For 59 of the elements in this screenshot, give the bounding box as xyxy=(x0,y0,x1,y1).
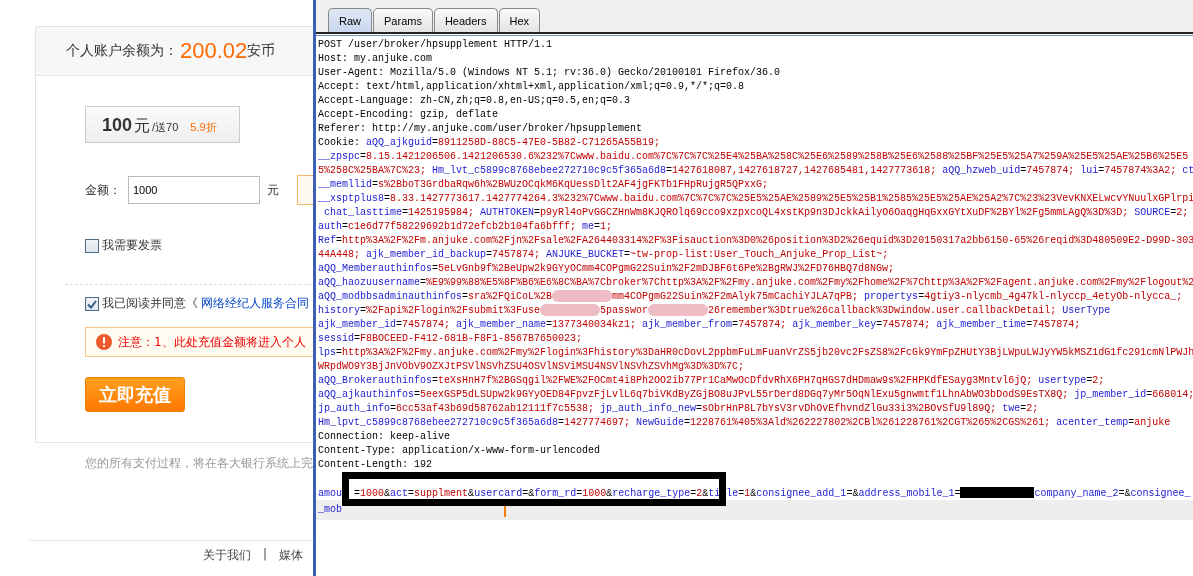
text-cursor xyxy=(504,503,506,517)
request-line: ajk_member_id=7457874; ajk_member_name=1377340034kz1; ajk_member_from=7457874; ajk_member_key=7457874; ajk_member_time=7457874; xyxy=(318,318,1081,332)
checkbox[interactable] xyxy=(85,238,99,253)
request-line: Connection: keep-alive xyxy=(318,430,451,444)
amount-label: 金额： xyxy=(85,181,121,199)
blurred-redaction xyxy=(540,304,601,317)
viewer-tab[interactable]: Raw xyxy=(328,8,372,32)
request-line: 5%258C%25BA%7C%23; Hm_lvt_c5899c8768ebee272710c9c5f365a6d8=1427618087,1427618727,1427685481,1427773618; aQQ_hzweb_uid=7457874; lui=7457874%3A2; ct xyxy=(318,164,1193,178)
blurred-redaction xyxy=(648,304,709,317)
request-line: Ref=http%3A%2F%2Fm.anjuke.com%2Fjn%2Fsale%2FA264403314%2F%3Fisauction%3D0%26position%3D2%26equid%3D20150317a2bb6150-65%26reqid%3D480509E2-D99D-303 xyxy=(318,234,1193,248)
request-line: Content-Length: 192 xyxy=(318,458,433,472)
amount-input[interactable]: 1000 xyxy=(128,176,260,204)
balance-unit: 安币 xyxy=(247,42,276,60)
checkbox-label: 我已阅读并同意《 xyxy=(102,295,198,312)
request-line: Accept-Language: zh-CN,zh;q=0.8,en-US;q=0.5,en;q=0.3 xyxy=(318,94,631,108)
request-line: _mob xyxy=(318,503,342,517)
request-line: Accept: text/html,application/xhtml+xml,application/xml;q=0.9,*/*;q=0.8 xyxy=(318,80,745,94)
footer-link[interactable]: 关于我们 xyxy=(203,547,251,564)
balance-amount: 200.02 xyxy=(180,38,248,64)
request-line: lps=http%3A%2F%2Fmy.anjuke.com%2Fmy%2Flogin%3Fhistory%3DaHR0cDovL2ppbmFuLmFuanVrZS5jb20vc2FsZS8%2FcGk9YmFpZHUtY3BjLWpuLWJyYW5kMSZ1dG1fc291cmNlPWJh xyxy=(318,346,1193,360)
blurred-redaction xyxy=(552,290,613,303)
request-line: 44A448; ajk_member_id_backup=7457874; ANJUKE_BUCKET=~tw-prop-list:User_Touch_Anjuke_Prop_List~; xyxy=(318,248,889,262)
request-line: chat_lasttime=1425195984; AUTHTOKEN=p9yRl4oPvGGCZHnWm8KJQROlq69cco9xzpxcoQL4xstKp9n3DJckkAilyO6OaqgHqGxxGYtXuDF%2BYl%2Fg5mmLAgQ%3D%3D; SOURCE=2; xyxy=(323,206,1189,220)
request-line: aQQ_Memberauthinfos=5eLvGnb9f%2BeUpw2k9GYyOCmm4COPgmG22Suin%2F2mDJBF6t6Pe%2BgRWJ%2FD76HBQ7d8NGw; xyxy=(318,262,895,276)
contract-link[interactable]: 网络经纪人服务合同 xyxy=(201,295,309,312)
warning-icon xyxy=(96,334,112,350)
request-line: Cookie: aQQ_ajkguid=8911258D-88C5-47E0-5B82-C71265A55B19; xyxy=(318,136,661,150)
request-line: jp_auth_info=6cc53af43b69d58762ab12111f7c5538; jp_auth_info_new=sObrHnP8L7bYsV3rvDhOvEfhvndZlGu33i3%2BOvSfU9l89Q; twe=2; xyxy=(318,402,1039,416)
request-line: aQQ_modbbsadminauthinfos=sra%2FQiCoL%2B mm4COPgmG22Suin%2F2mAlyk75mCachiYJLA7qPB; propertys=4gtiy3-nlycmb_4g47kl-nlyccp_4etyOb-nlycca_; xyxy=(318,290,1183,304)
request-line: Referer: http://my.anjuke.com/user/broker/hpsupplement xyxy=(318,122,643,136)
footer-link[interactable]: 媒体 xyxy=(279,547,304,564)
request-line: Hm_lpvt_c5899c8768ebee272710c9c5f365a6d8=1427774697; NewGuide=1228761%405%3Ald%262227802%2CBl%261228761%2CGT%265%2CGS%261; acenter_temp=anjuke xyxy=(318,416,1171,430)
recharge-package-option[interactable]: 100元/送70 5.9折 xyxy=(85,106,240,143)
request-line: aQQ_Brokerauthinfos=teXsHnH7f%2BGSqgil%2FWE%2FOCmt4i8Ph2OO2ib77Pr1CaMwOcDfdvRhX6PH7qHGS7dHDmaw9s%2FHPKdfESayg3Mntvl6jQ; usertype=2; xyxy=(318,374,1105,388)
request-line: POST /user/broker/hpsupplement HTTP/1.1 xyxy=(318,38,553,52)
request-line: history=%2Fapi%2Flogin%2Fsubmit%3Fuse 5passwor 26remember%3Dtrue%26callback%3Dwindow.user.callbackDetail; UserType xyxy=(318,304,1111,318)
request-line: WRpdWO9Y3BjJnVObV9OZXJtPSVlNSVhZSU4OSVlNSViMSU4NSVlNSVhZSVhMg%3D%3D%7C; xyxy=(318,360,745,374)
viewer-tab[interactable]: Params xyxy=(373,8,433,32)
currency-unit: 元 xyxy=(267,181,279,199)
checkbox[interactable] xyxy=(85,296,99,311)
checkbox-label: 我需要发票 xyxy=(102,237,162,254)
request-line: Host: my.anjuke.com xyxy=(318,52,433,66)
payment-note: 您的所有支付过程，将在各大银行系统上完 xyxy=(85,455,313,472)
request-line: aQQ_ajkauthinfos=5eexGSP5dLSUpw2k9GYyOED84FpvzFjLvlL6q7biVKdByZGjBO8uJPvL55rDerd8DGq7yMr5OqNlExu5gnwmtf1LhnAbWO3bDodS9EsTX8Q; jp_member_id=668014; xyxy=(318,388,1193,402)
footer-separator: | xyxy=(263,547,268,563)
request-line: __memllid=s%2BboT3GrdbaRqw6h%2BWUzOCqkM6KqUessDlt2AF4jgFKTb1FHpRujgR5QPxxG; xyxy=(318,178,769,192)
request-line: __zpspc=8.15.1421206506.1421206530.6%232%7Cwww.baidu.com%7C%7C%7C%25E4%25BA%258C%25E6%2589%258B%25E6%2588%25BF%25E5%25A7%259A%25E5%25AE%25B6%25E5 xyxy=(318,150,1189,164)
request-line: sessid=F8BOCEED-F412-681B-F8F1-8567B7650023; xyxy=(318,332,583,346)
request-line: aQQ_haozuusername=%E9%99%88%E5%8F%B6%E6%8C%BA%7Cbroker%7Chttp%3A%2F%2Fmy.anjuke.com%2Fmy%2Fhome%2F%7Chttp%3A%2F%2Fagent.anjuke.com%2Fmy%2Flogout%2 xyxy=(318,276,1193,290)
notice-text: 注意：1、此处充值金额将进入个人 xyxy=(118,333,306,351)
balance-label: 个人账户余额为： xyxy=(66,42,178,60)
request-line: Content-Type: application/x-www-form-urlencoded xyxy=(318,444,601,458)
request-line: User-Agent: Mozilla/5.0 (Windows NT 5.1; rv:36.0) Gecko/20100101 Firefox/36.0 xyxy=(318,66,781,80)
viewer-tab[interactable]: Hex xyxy=(498,8,541,32)
request-line: amou =1000&act=supplment&usercard=&form_rd=1000&recharge_type=2&ti le=1&consignee_add_1=&address_mobile_1= company_name_2=&consignee_ xyxy=(318,486,1191,501)
viewer-tab[interactable]: Headers xyxy=(433,8,498,32)
request-line: auth=c1e6d77f58229692b1d72efcb2b104fa6bfff; me=1; xyxy=(318,220,613,234)
request-line: Accept-Encoding: gzip, deflate xyxy=(318,108,499,122)
request-line: __xsptplus8=8.33.1427773617.1427774264.3%232%7Cwww.baidu.com%7C%7C%7C%25E5%25AE%2589%25E5%25B1%2585%25E5%25AE%25A2%7C%23%23VevKNXELwcvYNuulxGPlrpi xyxy=(318,192,1193,206)
